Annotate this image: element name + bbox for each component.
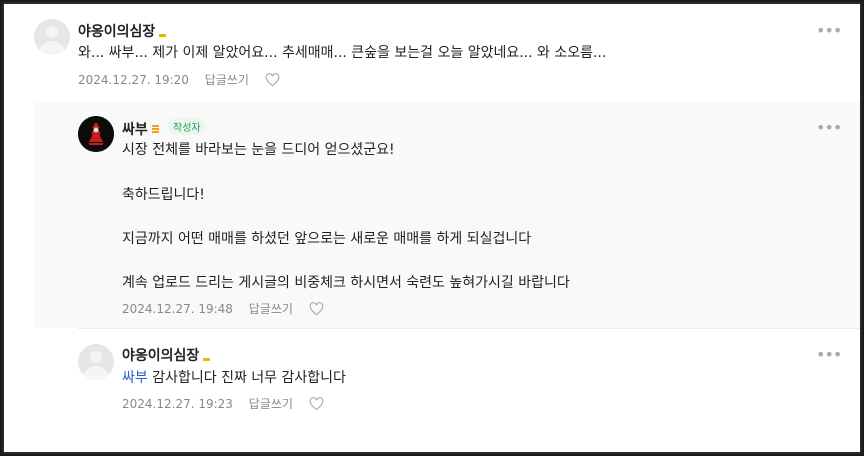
author-logo-icon: [78, 116, 114, 152]
comment-text: 싸부 감사합니다 진짜 너무 감사합니다: [122, 367, 346, 389]
level-badge-icon: [151, 124, 159, 134]
more-options-icon[interactable]: •••: [816, 347, 842, 363]
more-options-icon[interactable]: •••: [816, 23, 842, 39]
more-options-icon[interactable]: •••: [816, 120, 842, 136]
comment-text: 와... 싸부... 제가 이제 알았어요... 추세매매... 큰숲을 보는걸…: [78, 45, 607, 61]
divider: [78, 328, 860, 329]
comment-text-line: 지금까지 어떤 매매를 하셨던 앞으로는 새로운 매매를 하게 되실겁니다: [122, 231, 532, 247]
avatar[interactable]: [78, 116, 114, 152]
mention-link[interactable]: 싸부: [122, 370, 148, 386]
comment-date: 2024.12.27. 19:23: [122, 397, 233, 411]
comment-meta: 2024.12.27. 19:20 답글쓰기: [78, 71, 280, 88]
level-badge-icon: [203, 357, 211, 361]
comment-date: 2024.12.27. 19:48: [122, 302, 233, 316]
comment-text-line: 계속 업로드 드리는 게시글의 비중체크 하시면서 숙련도 높혀가시길 바랍니다: [122, 275, 570, 291]
comment-text-line: 시장 전체를 바라보는 눈을 드디어 얻으셨군요!: [122, 142, 395, 158]
reply-button[interactable]: 답글쓰기: [249, 397, 293, 411]
heart-icon[interactable]: [309, 301, 324, 316]
comment-section: 야옹이의심장 ••• 와... 싸부... 제가 이제 알았어요... 추세매매…: [2, 2, 862, 454]
comment-author[interactable]: 싸부: [122, 119, 159, 139]
comment-meta: 2024.12.27. 19:23 답글쓰기: [122, 395, 324, 412]
comment-author[interactable]: 야옹이의심장: [78, 21, 167, 41]
avatar[interactable]: [34, 19, 70, 55]
comment-text-line: 축하드립니다!: [122, 187, 205, 203]
reply-button[interactable]: 답글쓰기: [249, 302, 293, 316]
heart-icon[interactable]: [309, 396, 324, 411]
reply-button[interactable]: 답글쓰기: [205, 73, 249, 87]
author-name[interactable]: 싸부: [122, 122, 148, 138]
comment-meta: 2024.12.27. 19:48 답글쓰기: [122, 300, 324, 317]
comment-author[interactable]: 야옹이의심장: [122, 345, 211, 365]
author-name[interactable]: 야옹이의심장: [122, 348, 199, 364]
author-name[interactable]: 야옹이의심장: [78, 24, 155, 40]
avatar[interactable]: [78, 344, 114, 380]
comment-date: 2024.12.27. 19:20: [78, 73, 189, 87]
comment-text-body: 감사합니다 진짜 너무 감사합니다: [147, 370, 346, 386]
author-badge: 작성자: [168, 118, 206, 135]
level-badge-icon: [159, 33, 167, 37]
heart-icon[interactable]: [265, 72, 280, 87]
